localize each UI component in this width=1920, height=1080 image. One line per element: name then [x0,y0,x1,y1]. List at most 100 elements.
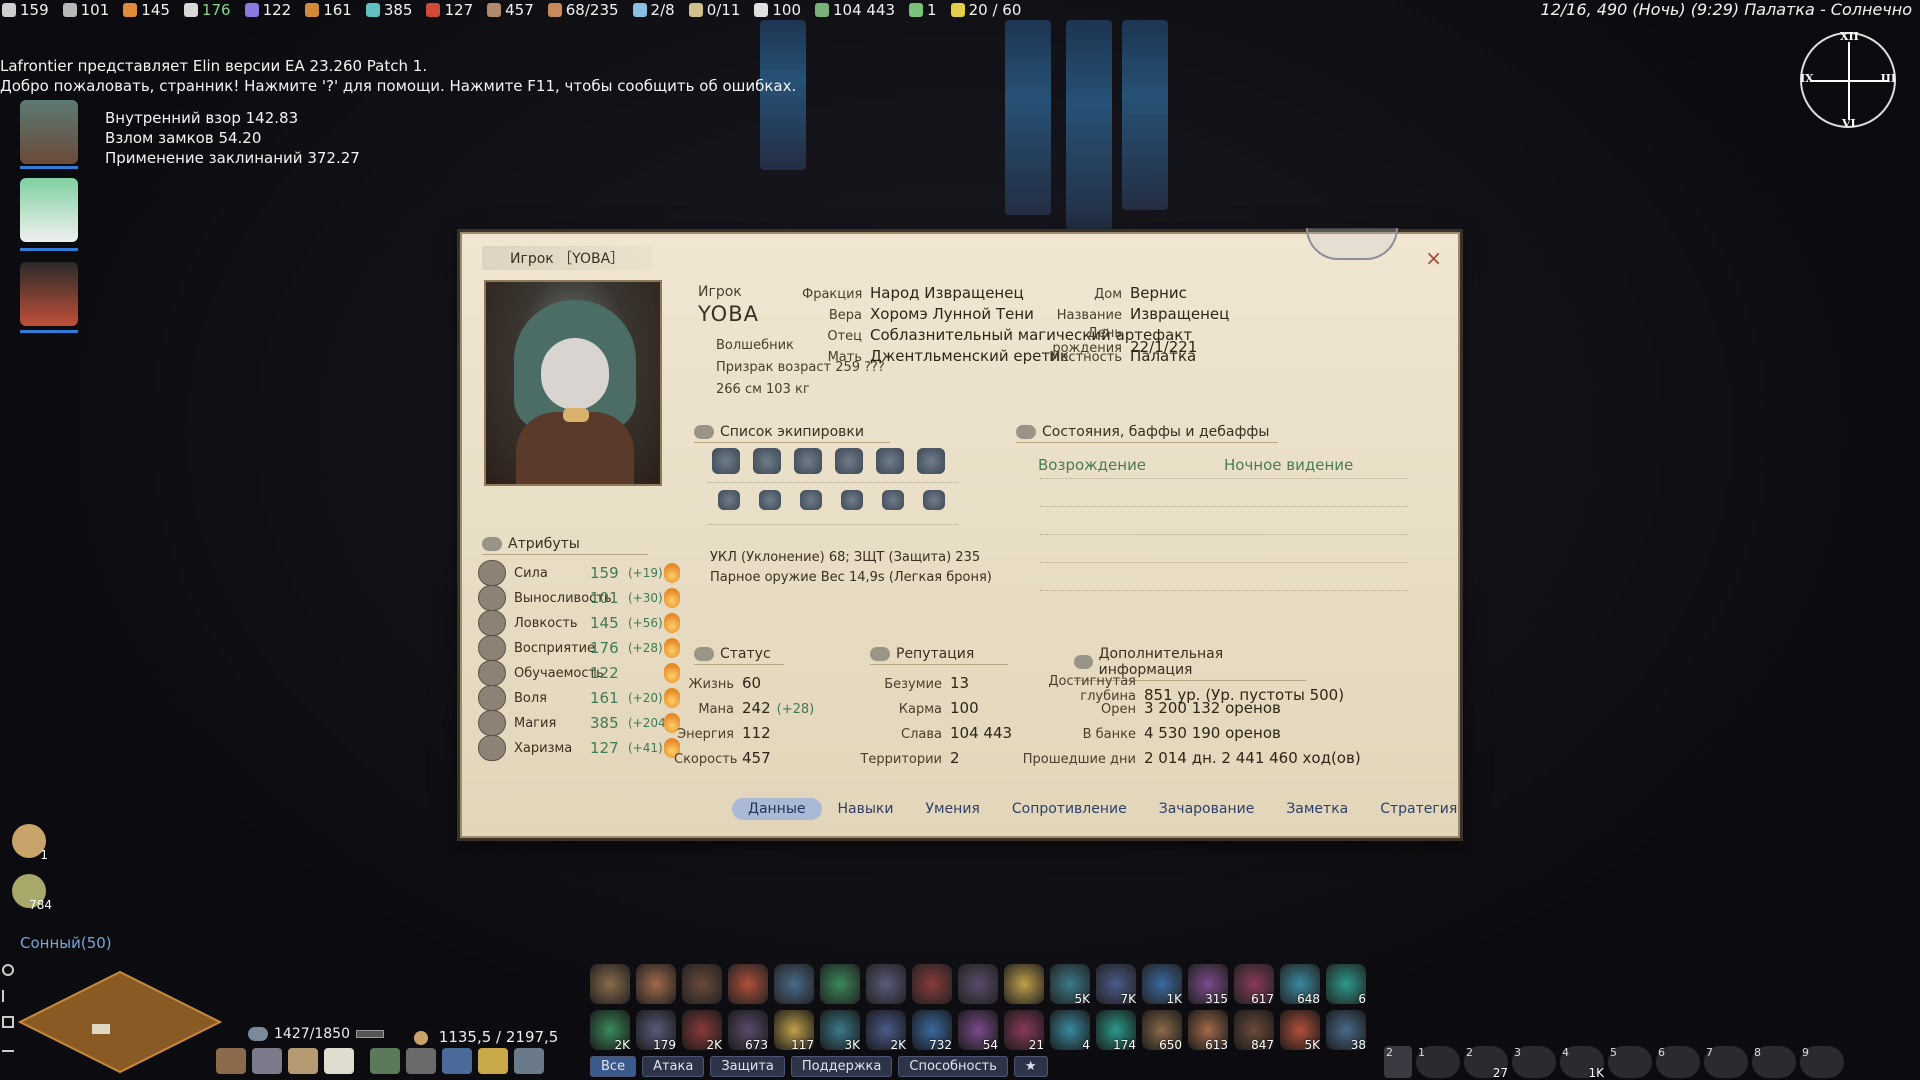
amulet-icon[interactable] [841,490,863,510]
hotbar-slot[interactable] [958,964,998,1004]
buff-night-vision[interactable]: Ночное видение [1224,456,1353,474]
compass[interactable]: XII III VI IX [1800,30,1896,130]
hotbar-slot[interactable]: 732 [912,1010,952,1052]
quick-slot[interactable]: 5 [1608,1046,1652,1078]
attribute-row[interactable]: Воля 161 (+20) [478,685,680,711]
hotbar-slot[interactable]: 117 [774,1010,814,1052]
attribute-row[interactable]: Обучаемость 122 [478,660,680,686]
staff-icon[interactable] [753,448,781,474]
hotbar-slot[interactable] [682,964,722,1004]
quick-slot[interactable]: 4 1K [1560,1046,1604,1080]
quick-slot[interactable]: 3 [1512,1046,1556,1078]
screen-icon[interactable] [2,1042,14,1052]
hotbar-slot[interactable]: 673 [728,1010,768,1052]
quick-slot[interactable]: 8 [1752,1046,1796,1078]
hotbar-slot[interactable]: 7K [1096,964,1136,1006]
attribute-row[interactable]: Выносливость 101 (+30) [478,585,680,611]
hotbar-slot[interactable] [912,964,952,1004]
hotbar-slot[interactable]: 2K [590,1010,630,1052]
filter-button[interactable]: Способность [898,1056,1008,1077]
party-member-portrait[interactable] [20,262,78,326]
bracer-icon[interactable] [718,490,740,510]
hotbar-slot[interactable]: 5K [1050,964,1090,1006]
tab-1[interactable]: Навыки [822,798,910,820]
hotbar-slot[interactable]: 54 [958,1010,998,1052]
hotbar-slot[interactable]: 1K [1142,964,1182,1006]
hotbar-slot[interactable]: 613 [1188,1010,1228,1052]
tab-3[interactable]: Сопротивление [996,798,1143,820]
hand-icon[interactable] [514,1048,544,1074]
attribute-row[interactable]: Восприятие 176 (+28) [478,635,680,661]
hotbar-slot[interactable]: 650 [1142,1010,1182,1052]
herb-icon[interactable] [370,1048,400,1074]
cloak-icon[interactable] [876,448,904,474]
filter-button[interactable]: Атака [642,1056,705,1077]
hotbar-slot[interactable] [774,964,814,1004]
equipment-title[interactable]: Список экипировки [720,424,864,440]
party-member-portrait[interactable] [20,178,78,242]
ring-icon[interactable] [917,448,945,474]
hotbar-slot[interactable] [636,964,676,1004]
character-portrait[interactable] [484,280,662,486]
tent-icon[interactable] [288,1048,318,1074]
wand-icon[interactable] [252,1048,282,1074]
buff-revival[interactable]: Возрождение [1038,456,1146,474]
filter-button[interactable]: Все [590,1056,637,1077]
food-icon[interactable]: 784 [12,874,52,912]
tab-6[interactable]: Стратегия [1364,798,1473,820]
refresh-icon[interactable] [2,964,14,976]
close-button[interactable]: × [1425,246,1442,270]
hotbar-slot[interactable]: 847 [1234,1010,1274,1052]
gem-icon[interactable] [923,490,945,510]
quick-slot[interactable]: 9 [1800,1046,1844,1078]
tab-0[interactable]: Данные [732,798,822,820]
filter-button[interactable]: ★ [1013,1056,1048,1077]
tab-2[interactable]: Умения [909,798,995,820]
hotbar-slot[interactable]: 5K [1280,1010,1320,1052]
hotbar-slot[interactable]: 2K [682,1010,722,1052]
party-member-portrait[interactable] [20,100,78,164]
orb-icon[interactable] [882,490,904,510]
lantern-icon[interactable] [406,1048,436,1074]
hotbar-slot[interactable]: 2K [866,1010,906,1052]
quick-slot[interactable]: 1 [1416,1046,1460,1078]
hotbar-slot[interactable]: 3K [820,1010,860,1052]
tab-5[interactable]: Заметка [1270,798,1364,820]
window-icon[interactable] [2,1016,14,1028]
boots-icon[interactable] [759,490,781,510]
attribute-row[interactable]: Ловкость 145 (+56) [478,610,680,636]
hotbar-slot[interactable] [1004,964,1044,1004]
helmet-icon[interactable] [794,448,822,474]
belt-icon[interactable] [800,490,822,510]
hotbar-slot[interactable]: 38 [1326,1010,1366,1052]
player-name[interactable]: YOBA [698,302,759,326]
backpack-icon[interactable] [216,1048,246,1074]
hotbar-slot[interactable]: 648 [1280,964,1320,1006]
hotbar-slot[interactable]: 21 [1004,1010,1044,1052]
hotbar-slot[interactable] [866,964,906,1004]
dagger-icon[interactable] [712,448,740,474]
hotbar-slot[interactable]: 617 [1234,964,1274,1006]
hotbar-slot[interactable] [728,964,768,1004]
feather-icon[interactable] [442,1048,472,1074]
attribute-row[interactable]: Сила 159 (+19) [478,560,680,586]
journal-icon[interactable] [324,1048,354,1074]
attribute-row[interactable]: Харизма 127 (+41) [478,735,680,761]
minimap[interactable] [10,966,230,1078]
buff-icon[interactable]: 1 [12,824,48,862]
hotbar-slot[interactable] [820,964,860,1004]
hotbar-slot[interactable]: 179 [636,1010,676,1052]
attribute-row[interactable]: Магия 385 (+204) [478,710,680,736]
filter-button[interactable]: Защита [710,1056,785,1077]
hotbar-slot[interactable]: 174 [1096,1010,1136,1052]
quick-slot[interactable]: 2 27 [1464,1046,1508,1080]
hotbar-slot[interactable]: 315 [1188,964,1228,1006]
quick-slot[interactable]: 6 [1656,1046,1700,1078]
armor-icon[interactable] [835,448,863,474]
hotbar-slot[interactable]: 4 [1050,1010,1090,1052]
key-icon[interactable] [2,990,14,1002]
quick-slot[interactable]: 2 [1384,1046,1412,1078]
bell-icon[interactable] [478,1048,508,1074]
hotbar-slot[interactable]: 6 [1326,964,1366,1006]
quick-slot[interactable]: 7 [1704,1046,1748,1078]
